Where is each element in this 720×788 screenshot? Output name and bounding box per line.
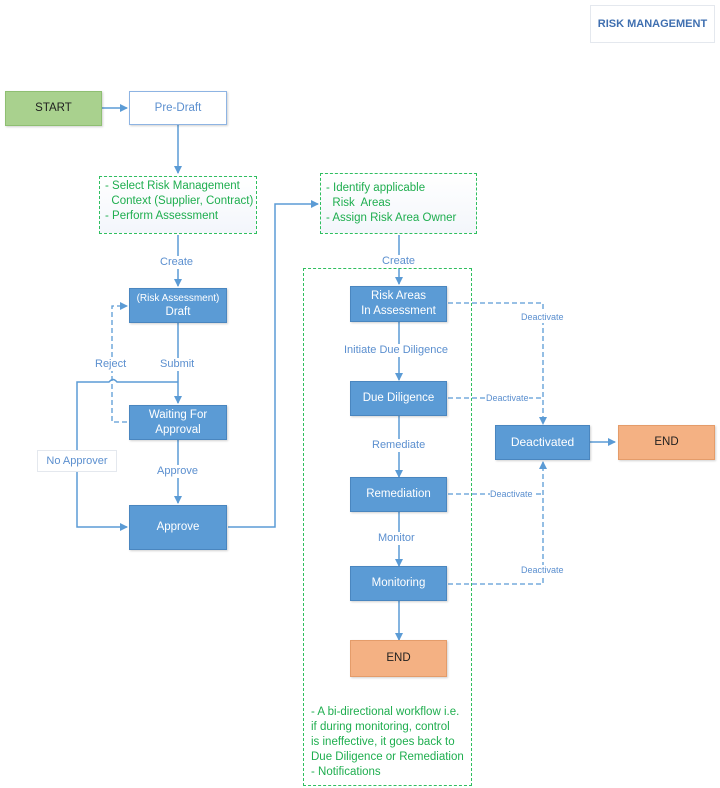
note-assessment: - Select Risk Management Context (Suppli… (99, 176, 257, 234)
label-deactivate-3: Deactivate (490, 489, 533, 500)
label-deactivate-2: Deactivate (486, 393, 529, 404)
label-approve: Approve (157, 465, 198, 478)
label-monitor: Monitor (378, 532, 415, 545)
node-draft-label: Draft (165, 305, 191, 318)
node-draft-qualifier: (Risk Assessment) (136, 292, 220, 304)
diagram-title: RISK MANAGEMENT (590, 5, 715, 43)
label-no-approver: No Approver (37, 450, 117, 472)
node-approve[interactable]: Approve (129, 505, 227, 550)
node-risk-areas-in-assessment[interactable]: Risk Areas In Assessment (350, 286, 447, 322)
note-workflow: - A bi-directional workflow i.e. if duri… (311, 706, 464, 778)
node-due-diligence[interactable]: Due Diligence (350, 381, 447, 416)
node-end-deactivated[interactable]: END (618, 425, 715, 460)
label-remediate: Remediate (372, 439, 426, 452)
node-waiting-for-approval[interactable]: Waiting For Approval (129, 405, 227, 440)
label-create-1: Create (160, 256, 194, 269)
label-deactivate-1: Deactivate (521, 312, 564, 323)
label-submit: Submit (160, 358, 195, 371)
label-initiate-due-diligence: Initiate Due Diligence (344, 344, 448, 357)
label-reject: Reject (95, 358, 127, 371)
node-pre-draft[interactable]: Pre-Draft (129, 91, 227, 125)
node-deactivated[interactable]: Deactivated (495, 425, 590, 460)
node-end-main[interactable]: END (350, 640, 447, 677)
node-remediation[interactable]: Remediation (350, 477, 447, 512)
label-deactivate-4: Deactivate (521, 565, 564, 576)
node-start[interactable]: START (5, 91, 102, 126)
note-risk-areas: - Identify applicable Risk Areas - Assig… (320, 173, 477, 234)
node-monitoring[interactable]: Monitoring (350, 566, 447, 601)
node-draft[interactable]: (Risk Assessment) Draft (129, 288, 227, 323)
label-create-2: Create (382, 255, 416, 268)
